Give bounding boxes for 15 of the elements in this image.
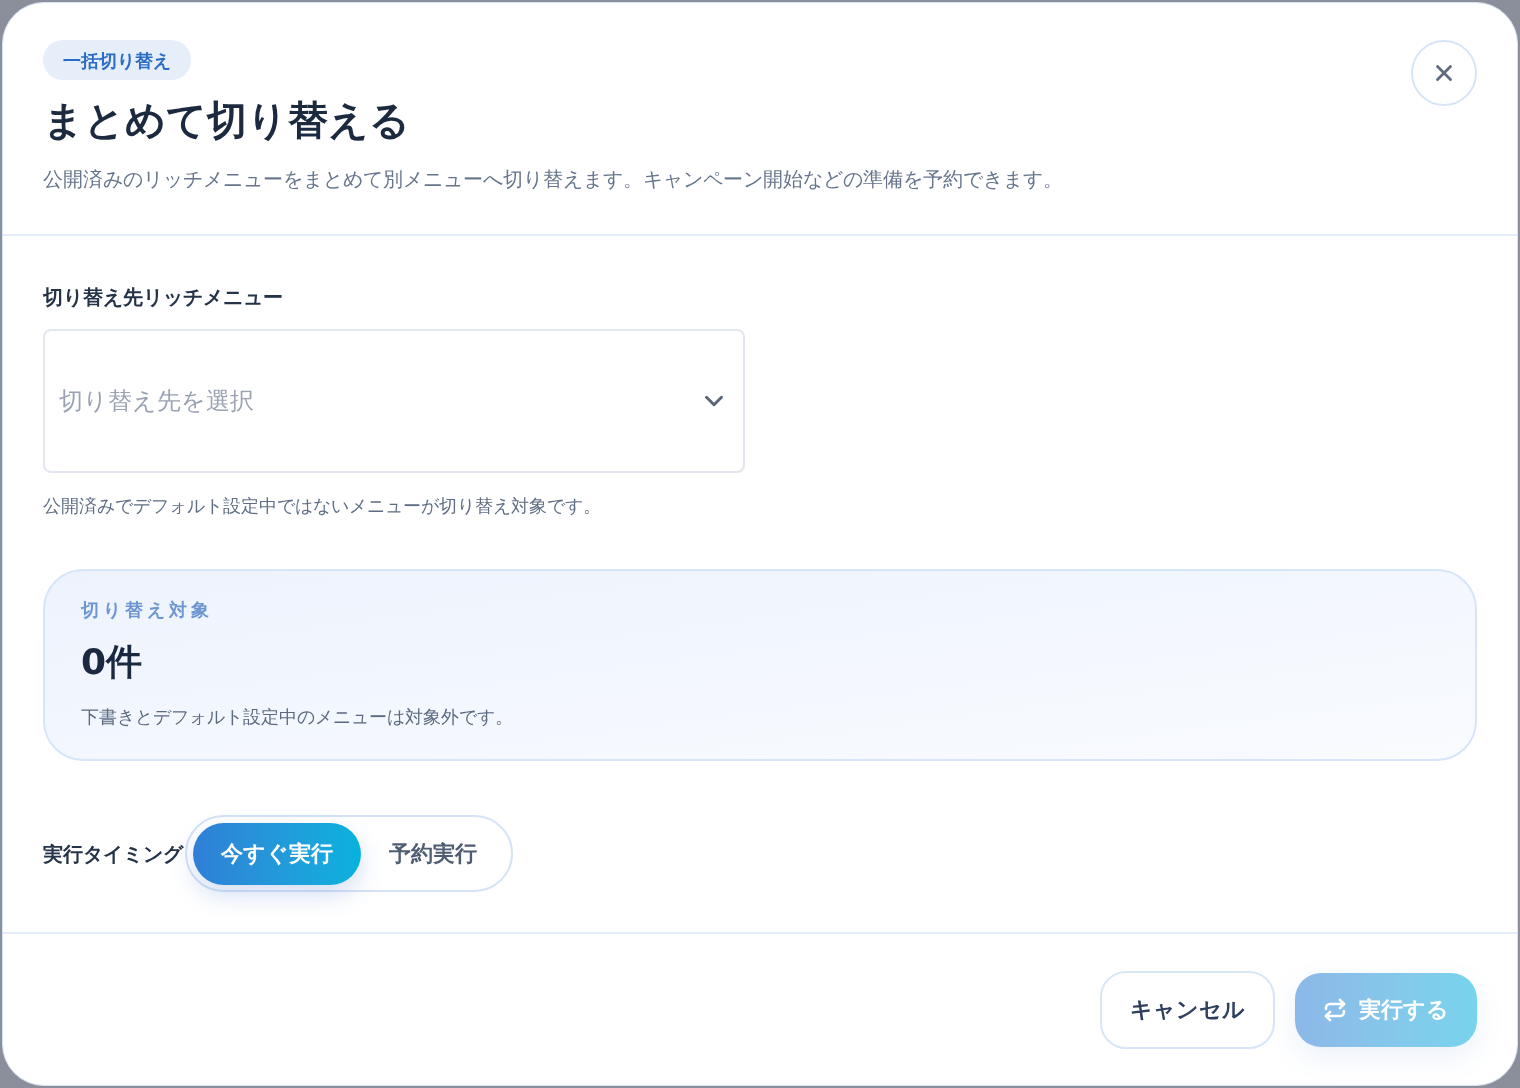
field-label: 切り替え先リッチメニュー xyxy=(43,284,284,311)
dialog-title: まとめて切り替える xyxy=(43,96,410,145)
summary-label: 切り替え対象 xyxy=(81,598,213,622)
cancel-button[interactable]: キャンセル xyxy=(1100,970,1275,1049)
close-button[interactable] xyxy=(1411,40,1477,106)
badge: 一括切り替え xyxy=(43,40,191,80)
help-text: 公開済みでデフォルト設定中ではないメニューが切り替え対象です。 xyxy=(43,494,602,518)
menu-select-field[interactable]: 切り替え先を選択 xyxy=(43,329,745,473)
timing-option[interactable]: 今すぐ実行 xyxy=(193,822,361,885)
timing-label: 実行タイミング xyxy=(43,840,183,868)
timing-option[interactable]: 予約実行 xyxy=(361,822,505,885)
summary-count: 0件 xyxy=(81,640,143,684)
summary-note: 下書きとデフォルト設定中のメニューは対象外です。 xyxy=(81,705,513,729)
repeat-icon xyxy=(1323,997,1347,1022)
dialog-description: 公開済みのリッチメニューをまとめて別メニューへ切り替えます。キャンペーン開始などの準備を予約できます。 xyxy=(43,166,1063,193)
